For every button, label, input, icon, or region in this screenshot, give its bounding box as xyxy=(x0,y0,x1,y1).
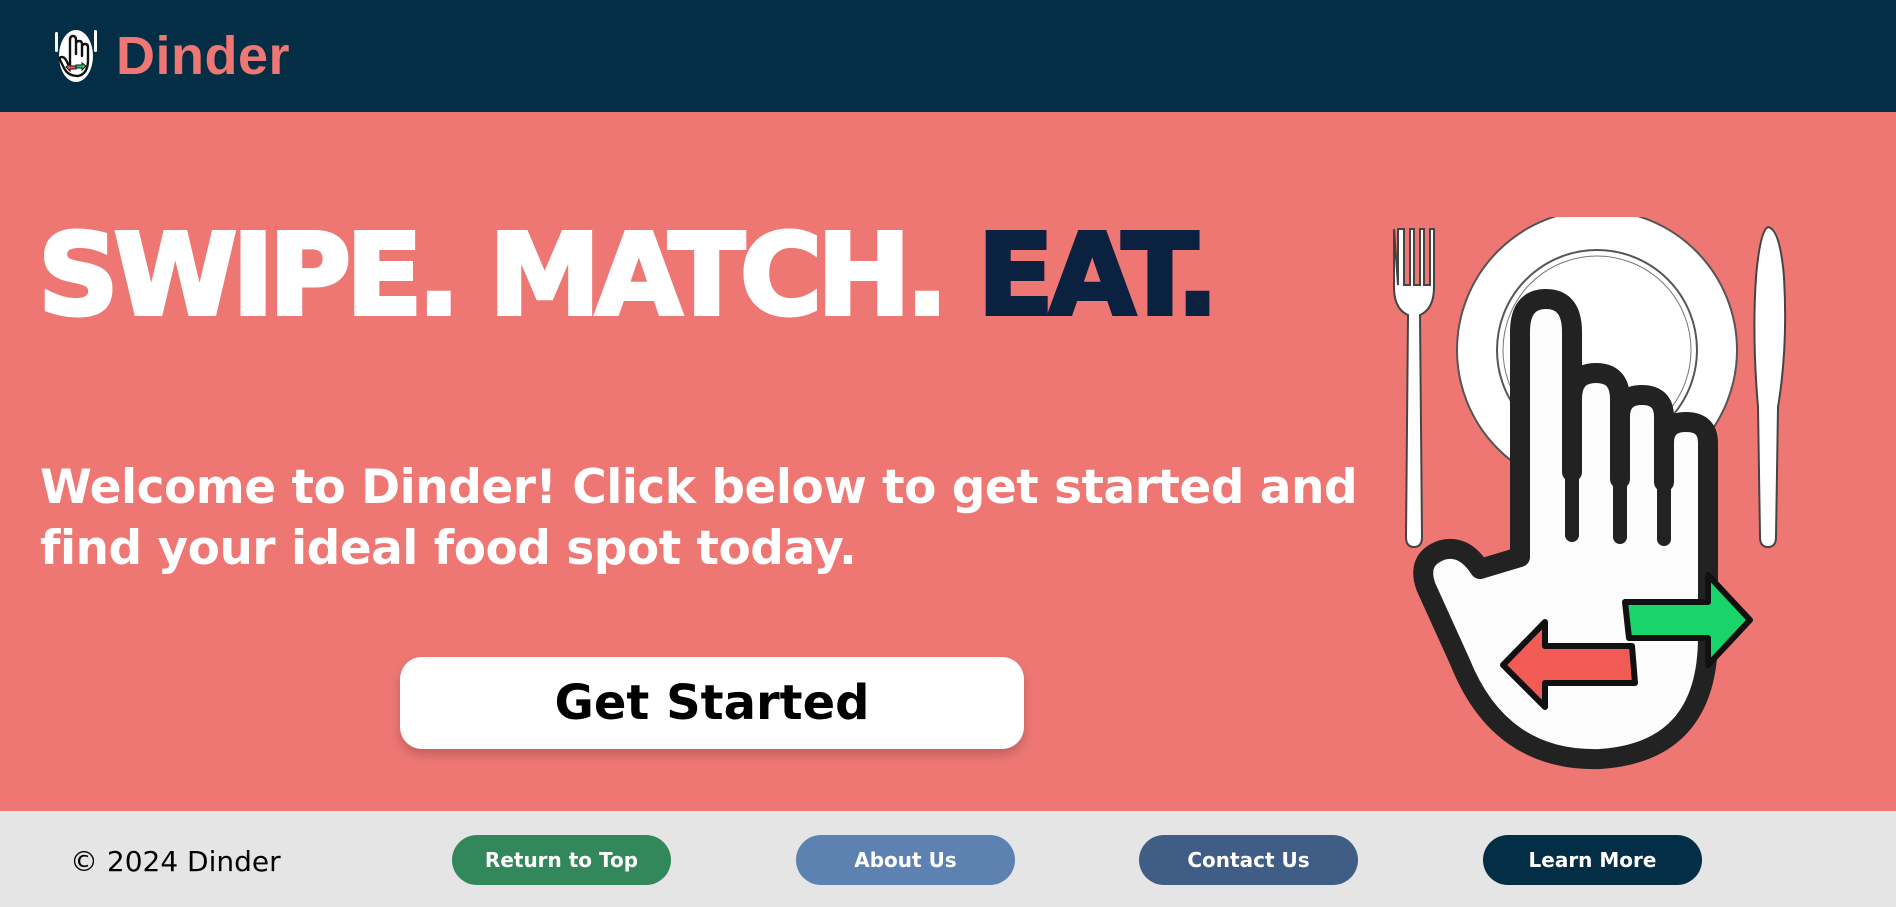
footer: © 2024 Dinder Return to Top About Us Con… xyxy=(0,811,1896,907)
hand-swipe-logo-icon xyxy=(55,30,97,82)
brand-name: Dinder xyxy=(116,26,291,86)
hero-subtitle: Welcome to Dinder! Click below to get st… xyxy=(40,460,1358,576)
navbar: Dinder xyxy=(0,0,1896,112)
knife-icon xyxy=(1753,225,1787,549)
return-to-top-button[interactable]: Return to Top xyxy=(452,835,671,885)
learn-more-button[interactable]: Learn More xyxy=(1483,835,1702,885)
contact-us-button[interactable]: Contact Us xyxy=(1139,835,1358,885)
hero-headline: SWIPE. MATCH. EAT. xyxy=(36,218,1221,334)
hand-swipe-plate-icon xyxy=(1393,217,1787,770)
headline-light-text: SWIPE. MATCH. xyxy=(36,211,978,341)
about-us-button[interactable]: About Us xyxy=(796,835,1015,885)
headline-dark-text: EAT. xyxy=(975,211,1220,341)
brand-logo[interactable]: Dinder xyxy=(52,25,290,87)
get-started-button[interactable]: Get Started xyxy=(400,657,1024,749)
copyright-text: © 2024 Dinder xyxy=(70,845,281,878)
fork-icon xyxy=(1393,228,1435,549)
hero-section: SWIPE. MATCH. EAT. Welcome to Dinder! Cl… xyxy=(0,112,1896,811)
